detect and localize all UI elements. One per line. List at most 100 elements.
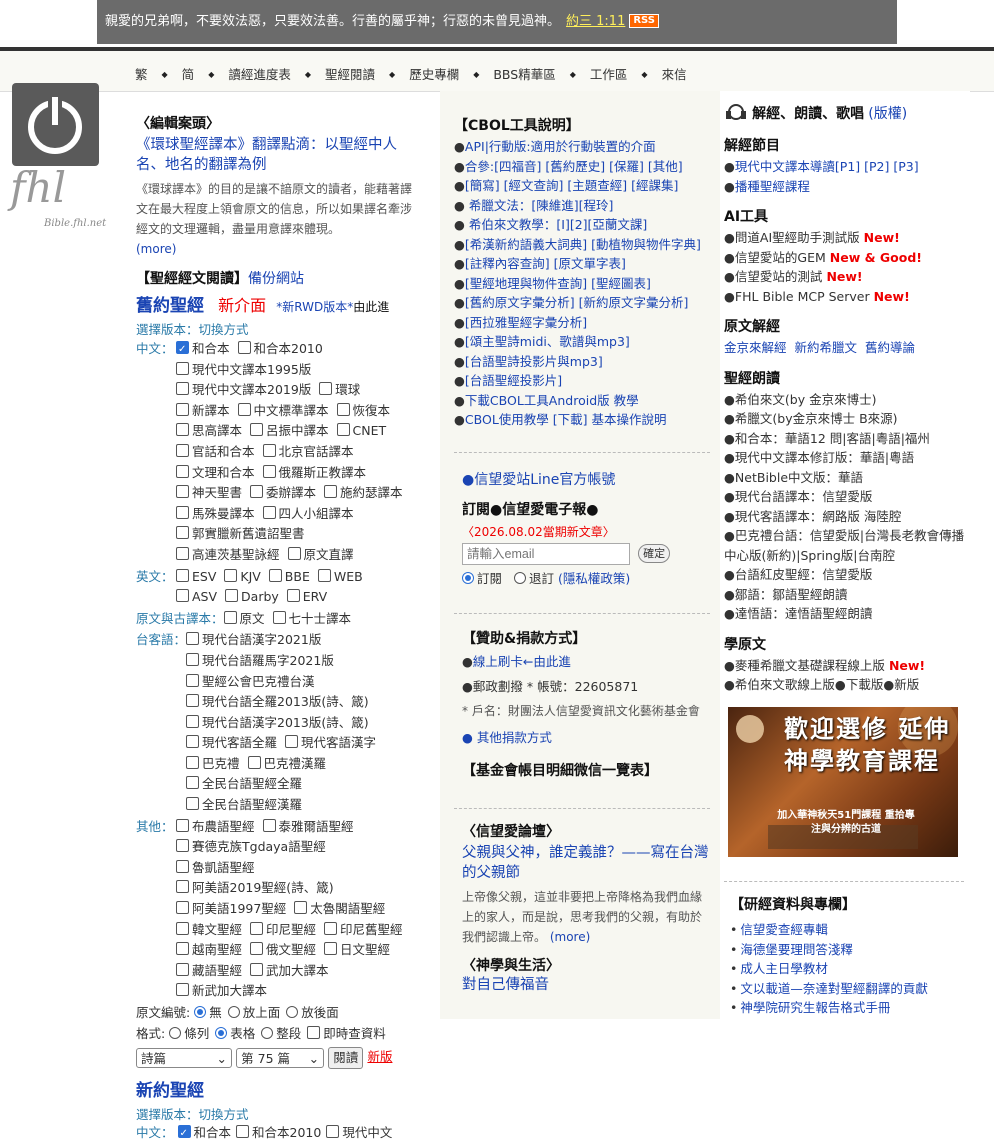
version-option[interactable]: 施約瑟譯本 [324,485,403,500]
nav-item[interactable]: 聖經閱讀 [325,64,375,83]
version-checkbox[interactable] [176,568,189,582]
cbol-item[interactable]: ●[希漢新約語義大詞典] [動植物與物件字典] [454,235,720,255]
theology-article-link[interactable]: 對自己傳福音 [462,977,549,993]
verse-reference-link[interactable]: 約三 1:11 [566,14,625,29]
new-interface-link[interactable]: 新介面 [218,296,266,315]
version-checkbox[interactable] [176,839,189,853]
cbol-item[interactable]: ● 希伯來文教學：[I][2][亞蘭文課] [454,215,720,235]
email-input[interactable] [462,542,630,565]
editor-article-link[interactable]: 《環球聖經譯本》翻譯點滴：以聖經中人名、地名的翻譯為例 [136,137,397,173]
version-option[interactable]: 現代台語漢字2021版 [186,632,321,647]
research-item[interactable]: • 海德堡要理問答淺釋 [730,940,928,960]
version-checkbox[interactable] [186,735,200,749]
version-checkbox[interactable] [176,361,189,375]
version-option[interactable]: 越南聖經 [176,942,242,957]
forum-article-link[interactable]: 父親與父神，誰定義誰？——寫在台灣的父親節 [462,845,709,881]
version-option[interactable]: ERV [286,589,327,604]
version-checkbox[interactable] [176,962,189,976]
version-option[interactable]: 巴克禮 [186,755,240,771]
subscribe-radio[interactable] [462,571,474,584]
version-option[interactable]: 藏語聖經 [176,962,242,978]
research-item[interactable]: • 文以載道—奈達對聖經翻譯的貢獻 [730,979,928,999]
version-option[interactable]: 高連茨基聖詠經 [176,546,280,562]
exegesis-item[interactable]: ●現代中文譯本導讀[P1] [P2] [P3] [724,157,970,177]
version-option[interactable]: 恢復本 [336,402,390,418]
nav-item[interactable]: 來信 [662,64,687,83]
option-radio[interactable] [169,1026,182,1039]
version-checkbox[interactable] [319,382,333,396]
version-option[interactable]: Darby [225,589,279,604]
reading-item[interactable]: ●現代客語譯本：網路版 海陸腔 [724,507,970,527]
nav-item[interactable]: 简 [182,64,195,83]
version-option[interactable]: BBE [268,568,310,584]
version-option[interactable]: 現代中文譯本2019版 [176,382,311,397]
version-option[interactable]: 官話和合本 [176,443,255,459]
nav-item[interactable]: 繁 [135,64,148,83]
reading-item[interactable]: ●現代台語譯本：信望愛版 [724,487,970,507]
version-checkbox[interactable] [262,818,276,832]
version-checkbox[interactable] [324,485,337,499]
version-option[interactable]: ESV [176,568,216,584]
version-checkbox[interactable] [224,568,238,582]
version-option[interactable]: 呂振中譯本 [250,423,329,438]
version-checkbox[interactable] [250,921,263,935]
reading-item[interactable]: ●希伯來文(by 金京來博士) [724,390,970,410]
version-checkbox[interactable] [176,942,189,956]
version-checkbox[interactable] [176,983,189,997]
version-option[interactable]: 北京官話譯本 [262,443,354,459]
ai-tool-item[interactable]: ●信望愛站的GEM New & Good! [724,248,970,268]
option-radio[interactable] [194,1006,207,1018]
version-option[interactable]: 巴克禮漢羅 [247,755,326,771]
version-checkbox[interactable] [176,340,189,361]
version-option[interactable]: 現代台語全羅2013版(詩、箴) [186,694,369,709]
version-checkbox[interactable] [176,859,189,873]
rwd-version-link[interactable]: *新RWD版本* [276,300,353,314]
research-item[interactable]: • 成人主日學教材 [730,959,928,979]
version-option[interactable]: 太魯閣語聖經 [294,901,385,916]
version-checkbox[interactable] [176,402,189,416]
version-checkbox[interactable] [250,423,263,437]
version-checkbox[interactable] [250,942,263,956]
version-checkbox[interactable] [262,443,276,457]
version-option[interactable]: 日文聖經 [324,942,390,957]
version-checkbox[interactable] [225,589,239,603]
ai-tool-item[interactable]: ●問道AI聖經助手測試版 New! [724,228,970,248]
version-option[interactable]: 四人小組譯本 [262,505,354,521]
research-item[interactable]: • 信望愛查經專輯 [730,920,928,940]
version-checkbox[interactable] [176,423,189,437]
cbol-item[interactable]: ●[聖經地理與物件查詢] [聖經圖表] [454,274,720,294]
version-option[interactable]: 神天聖書 [176,485,242,500]
original-exegesis-link[interactable]: 新約希臘文 [795,340,858,355]
version-checkbox[interactable] [285,735,299,749]
reading-item[interactable]: ●NetBible中文版：華語 [724,468,970,488]
research-item[interactable]: • 神學院研究生報告格式手冊 [730,998,928,1018]
version-checkbox[interactable] [237,402,251,416]
version-checkbox[interactable] [186,673,200,687]
version-checkbox[interactable] [186,714,200,728]
version-option[interactable]: KJV [224,568,261,584]
original-exegesis-link[interactable]: 金京來解經 [724,340,787,355]
version-option[interactable]: 全民台語聖經全羅 [186,776,302,791]
reading-item[interactable]: ●現代中文譯本修訂版：華語|粵語 [724,448,970,468]
version-checkbox[interactable] [176,546,189,560]
latest-issue-link[interactable]: 〈2026.08.02當期新文章〉 [462,523,720,540]
version-checkbox[interactable] [186,694,200,708]
version-option[interactable]: 馬殊曼譯本 [176,505,255,521]
version-checkbox[interactable] [177,1124,191,1144]
version-option[interactable]: 七十士譯本 [272,610,351,626]
chapter-select[interactable]: 第 75 篇 ⌄ [236,1047,325,1068]
cbol-item[interactable]: ●CBOL使用教學 [下載] 基本操作說明 [454,410,720,430]
version-checkbox[interactable] [268,568,282,582]
version-checkbox[interactable] [262,505,276,519]
version-option[interactable]: 賽德克族Tgdaya語聖經 [176,839,326,854]
cbol-item[interactable]: ●[台語聖詩投影片與mp3] [454,352,720,372]
book-select[interactable]: 詩篇 ⌄ [136,1047,232,1068]
version-checkbox[interactable] [186,755,200,769]
confirm-button[interactable]: 確定 [638,544,671,563]
version-checkbox[interactable] [186,652,200,666]
version-option[interactable]: 武加大譯本 [250,962,329,978]
version-checkbox[interactable] [186,797,200,811]
version-checkbox[interactable] [324,942,337,956]
fhl-logo[interactable]: fhl Bible.fhl.net [10,83,120,233]
cbol-item[interactable]: ●[台語聖經投影片] [454,371,720,391]
